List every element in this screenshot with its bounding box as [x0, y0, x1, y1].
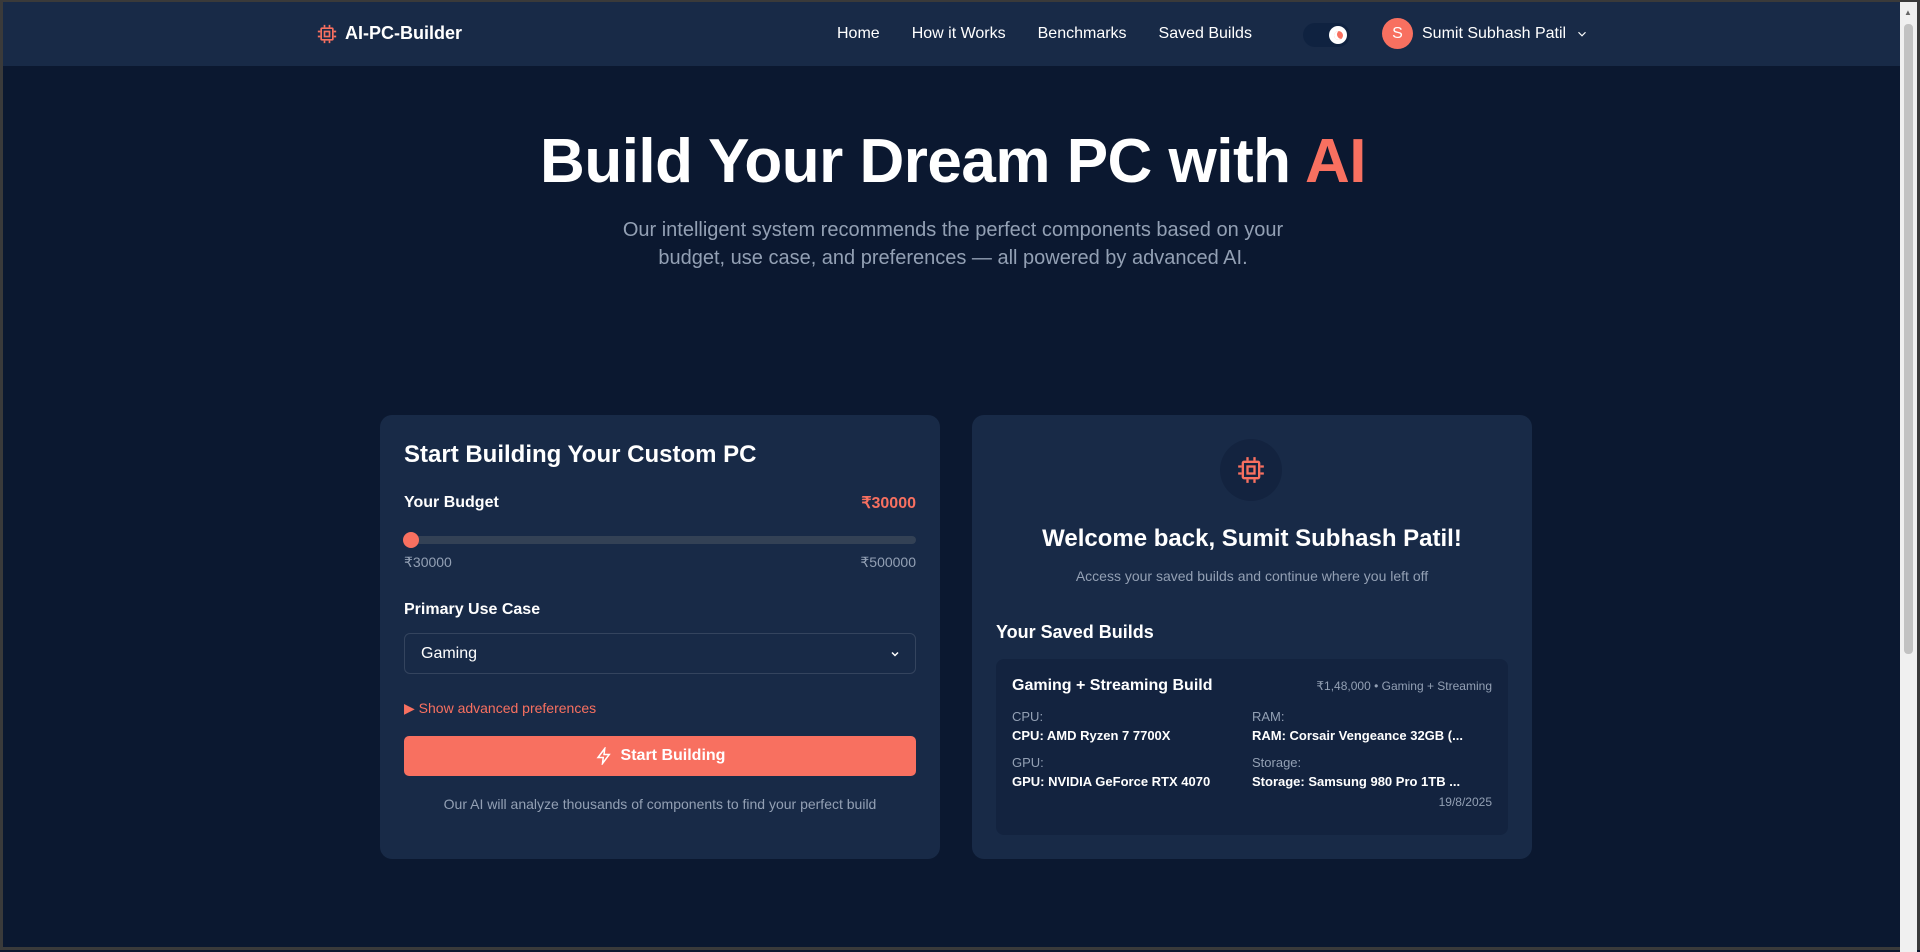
user-menu[interactable]: S Sumit Subhash Patil — [1382, 18, 1589, 49]
ram-label: RAM: — [1252, 709, 1285, 724]
chevron-down-icon — [891, 651, 899, 657]
hero-subtitle: Our intelligent system recommends the pe… — [622, 219, 1284, 269]
storage-value: Storage: Samsung 980 Pro 1TB ... — [1252, 774, 1461, 789]
lightning-icon — [596, 747, 611, 765]
gpu-value: GPU: NVIDIA GeForce RTX 4070 — [1012, 774, 1211, 789]
budget-max: ₹500000 — [860, 554, 916, 570]
slider-thumb[interactable] — [403, 532, 419, 548]
welcome-subtitle: Access your saved builds and continue wh… — [1075, 568, 1429, 584]
scrollbar-thumb[interactable] — [1904, 24, 1913, 654]
logo-text: AI-PC-Builder — [345, 23, 462, 43]
advanced-preferences-toggle[interactable]: ▶ Show advanced preferences — [404, 700, 916, 717]
user-name: Sumit Subhash Patil — [1422, 24, 1567, 42]
budget-min: ₹30000 — [404, 554, 452, 570]
scroll-up-icon[interactable]: ▲ — [1904, 8, 1912, 17]
form-title: Start Building Your Custom PC — [404, 441, 757, 468]
cpu-icon — [1238, 457, 1264, 483]
budget-slider[interactable] — [403, 532, 916, 548]
nav-how-it-works[interactable]: How it Works — [912, 25, 1006, 43]
use-case-label: Primary Use Case — [404, 601, 541, 618]
saved-builds-heading: Your Saved Builds — [996, 622, 1154, 642]
build-form-card: Start Building Your Custom PC Your Budge… — [380, 415, 940, 859]
cpu-value: CPU: AMD Ryzen 7 7700X — [1012, 728, 1171, 743]
welcome-card: Welcome back, Sumit Subhash Patil! Acces… — [972, 415, 1532, 859]
theme-toggle[interactable] — [1303, 23, 1350, 47]
hero-title: Build Your Dream PC with AI — [540, 127, 1366, 196]
avatar: S — [1382, 18, 1413, 49]
cpu-label: CPU: — [1012, 709, 1044, 724]
storage-label: Storage: — [1252, 755, 1302, 770]
navbar: AI-PC-Builder Home How it Works Benchmar… — [3, 2, 1903, 66]
budget-label: Your Budget — [404, 494, 499, 511]
use-case-value: Gaming — [421, 644, 478, 662]
saved-build-card[interactable]: Gaming + Streaming Build ₹1,48,000 • Gami… — [996, 659, 1508, 835]
build-name: Gaming + Streaming Build — [1012, 677, 1213, 694]
cpu-icon — [317, 24, 337, 43]
moon-icon — [1333, 30, 1343, 40]
build-meta: ₹1,48,000 • Gaming + Streaming — [1316, 679, 1492, 693]
form-footnote: Our AI will analyze thousands of compone… — [443, 796, 877, 812]
nav-benchmarks[interactable]: Benchmarks — [1038, 25, 1127, 43]
nav-home[interactable]: Home — [837, 25, 880, 43]
build-date: 19/8/2025 — [1438, 795, 1492, 809]
nav-saved-builds[interactable]: Saved Builds — [1159, 25, 1252, 43]
use-case-select[interactable]: Gaming — [404, 633, 916, 674]
welcome-title: Welcome back, Sumit Subhash Patil! — [1042, 525, 1462, 552]
budget-value: ₹30000 — [861, 495, 916, 512]
scrollbar[interactable]: ▲ — [1900, 2, 1917, 952]
start-building-button[interactable]: Start Building — [404, 736, 916, 776]
ram-value: RAM: Corsair Vengeance 32GB (... — [1252, 728, 1463, 743]
chevron-down-icon — [1578, 31, 1586, 37]
triangle-right-icon: ▶ — [404, 700, 419, 716]
gpu-label: GPU: — [1012, 755, 1044, 770]
cpu-icon-badge — [1220, 439, 1282, 501]
logo[interactable]: AI-PC-Builder — [317, 23, 462, 44]
